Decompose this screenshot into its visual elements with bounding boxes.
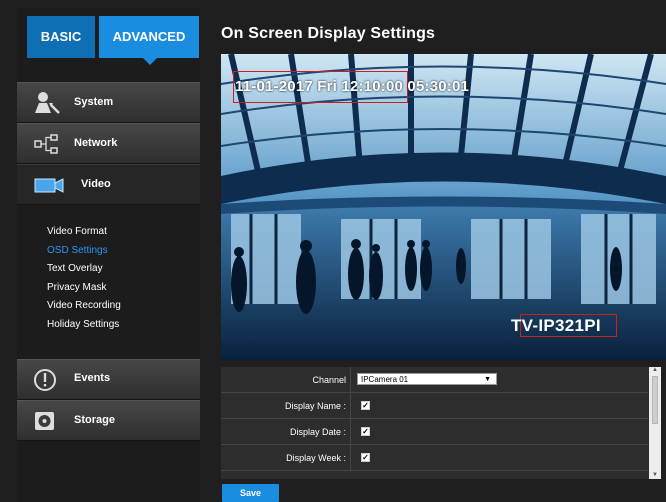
submenu-video-recording[interactable]: Video Recording [47, 297, 197, 316]
tab-basic[interactable]: BASIC [27, 16, 95, 58]
submenu-osd-settings[interactable]: OSD Settings [47, 242, 197, 261]
alert-icon [33, 368, 61, 392]
storage-icon [33, 409, 61, 433]
system-icon [33, 91, 61, 115]
table-row: Display Week : ✓ [221, 445, 648, 471]
channel-label: Channel [221, 367, 351, 393]
sidebar-item-label: Network [74, 137, 118, 149]
osd-name-text: TV-IP321PI [511, 316, 601, 335]
table-row: Channel IPCamera 01 ▼ [221, 367, 648, 393]
submenu-video-format[interactable]: Video Format [47, 223, 197, 242]
tab-advanced[interactable]: ADVANCED [99, 16, 199, 65]
submenu-holiday-settings[interactable]: Holiday Settings [47, 316, 197, 335]
page-title: On Screen Display Settings [221, 25, 436, 42]
channel-select[interactable]: IPCamera 01 ▼ [357, 373, 497, 385]
display-week-checkbox[interactable]: ✓ [361, 453, 370, 462]
scroll-down-icon[interactable]: ▼ [652, 472, 658, 478]
sidebar-item-video[interactable]: Video [17, 164, 208, 205]
sidebar-item-label: System [74, 96, 114, 108]
display-week-label: Display Week : [221, 445, 351, 471]
display-name-checkbox[interactable]: ✓ [361, 401, 370, 410]
sidebar-item-label: Video [81, 178, 111, 190]
sidebar-item-label: Events [74, 372, 111, 384]
submenu-privacy-mask[interactable]: Privacy Mask [47, 279, 197, 298]
scroll-up-icon[interactable]: ▲ [652, 367, 658, 373]
video-submenu: Video Format OSD Settings Text Overlay P… [47, 223, 197, 334]
video-preview: 11-01-2017 Fri 12:10:00 05:30:01 TV-IP32… [221, 54, 666, 360]
submenu-text-overlay[interactable]: Text Overlay [47, 260, 197, 279]
osd-settings-table: Channel IPCamera 01 ▼ Display Name : ✓ D… [221, 367, 661, 479]
table-row: Display Name : ✓ [221, 393, 648, 419]
app-frame: BASIC ADVANCED System Network Video Vide… [0, 0, 666, 502]
sidebar-item-storage[interactable]: Storage [17, 400, 200, 441]
display-name-label: Display Name : [221, 393, 351, 419]
top-tabs: BASIC ADVANCED [17, 16, 200, 68]
scroll-thumb[interactable] [652, 376, 658, 424]
sidebar-item-label: Storage [74, 414, 115, 426]
main-panel: On Screen Display Settings 11-01-2017 Fr… [200, 8, 666, 502]
save-button[interactable]: Save [222, 484, 279, 502]
settings-scrollbar[interactable]: ▲ ▼ [649, 367, 661, 479]
video-camera-icon [33, 173, 64, 197]
sidebar-item-system[interactable]: System [17, 82, 200, 123]
display-date-checkbox[interactable]: ✓ [361, 427, 370, 436]
channel-select-value: IPCamera 01 [361, 375, 409, 384]
sidebar-item-events[interactable]: Events [17, 359, 200, 400]
table-row: Display Date : ✓ [221, 419, 648, 445]
osd-date-text: 11-01-2017 Fri 12:10:00 05:30:01 [235, 78, 470, 95]
sidebar-item-network[interactable]: Network [17, 123, 200, 164]
chevron-down-icon: ▼ [484, 376, 491, 383]
network-icon [33, 132, 61, 156]
sidebar: BASIC ADVANCED System Network Video Vide… [17, 8, 208, 502]
display-date-label: Display Date : [221, 419, 351, 445]
